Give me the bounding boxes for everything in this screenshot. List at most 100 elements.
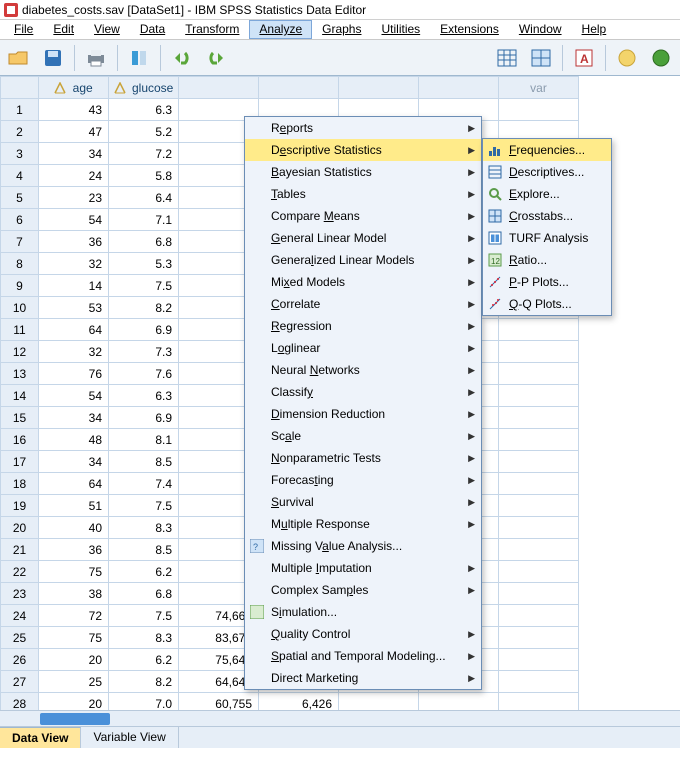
cell-age[interactable]: 75 [39,561,109,583]
cell-age[interactable]: 23 [39,187,109,209]
cell-age[interactable]: 51 [39,495,109,517]
row-number[interactable]: 21 [1,539,39,561]
menu-edit[interactable]: Edit [43,20,84,39]
column-header-3[interactable] [179,77,259,99]
cell-glucose[interactable]: 7.3 [109,341,179,363]
cell-glucose[interactable]: 8.3 [109,517,179,539]
row-number[interactable]: 14 [1,385,39,407]
row-number[interactable]: 12 [1,341,39,363]
row-number[interactable]: 10 [1,297,39,319]
cell-blank[interactable] [499,561,579,583]
menu-item-compare-means[interactable]: Compare Means▶ [245,205,481,227]
print-button[interactable] [81,43,111,73]
submenu-item-ratio[interactable]: 12Ratio... [483,249,611,271]
cell-glucose[interactable]: 7.5 [109,495,179,517]
row-number[interactable]: 20 [1,517,39,539]
menu-item-classify[interactable]: Classify▶ [245,381,481,403]
submenu-item-descriptives[interactable]: Descriptives... [483,161,611,183]
cell-blank[interactable] [499,517,579,539]
cell-age[interactable]: 14 [39,275,109,297]
menu-item-missing-value-analysis[interactable]: ?Missing Value Analysis... [245,535,481,557]
submenu-item-explore[interactable]: Explore... [483,183,611,205]
menu-item-bayesian-statistics[interactable]: Bayesian Statistics▶ [245,161,481,183]
tab-variable-view[interactable]: Variable View [81,727,178,748]
cell-glucose[interactable]: 8.1 [109,429,179,451]
cell-age[interactable]: 25 [39,671,109,693]
cell-blank[interactable] [499,385,579,407]
cell-blank[interactable] [499,319,579,341]
column-header-blank[interactable] [419,77,499,99]
cell-glucose[interactable]: 7.5 [109,605,179,627]
cell-age[interactable]: 38 [39,583,109,605]
horizontal-scrollbar[interactable] [0,710,680,726]
cell-glucose[interactable]: 6.4 [109,187,179,209]
menu-item-descriptive-statistics[interactable]: Descriptive Statistics▶ [245,139,481,161]
menu-item-loglinear[interactable]: Loglinear▶ [245,337,481,359]
menu-item-quality-control[interactable]: Quality Control▶ [245,623,481,645]
cell-age[interactable]: 54 [39,209,109,231]
menu-item-correlate[interactable]: Correlate▶ [245,293,481,315]
menu-item-generalized-linear-models[interactable]: Generalized Linear Models▶ [245,249,481,271]
menu-analyze[interactable]: Analyze [249,20,312,39]
cell-age[interactable]: 54 [39,385,109,407]
row-number[interactable]: 9 [1,275,39,297]
menu-item-multiple-imputation[interactable]: Multiple Imputation▶ [245,557,481,579]
row-number[interactable]: 22 [1,561,39,583]
cell-glucose[interactable]: 6.8 [109,231,179,253]
submenu-item-p-p-plots[interactable]: P-P Plots... [483,271,611,293]
cell-glucose[interactable]: 8.2 [109,671,179,693]
cell-glucose[interactable]: 5.8 [109,165,179,187]
menu-item-forecasting[interactable]: Forecasting▶ [245,469,481,491]
menu-item-direct-marketing[interactable]: Direct Marketing▶ [245,667,481,689]
cell-glucose[interactable]: 7.1 [109,209,179,231]
column-header-var[interactable]: var [499,77,579,99]
cell-glucose[interactable]: 6.2 [109,649,179,671]
cell-glucose[interactable]: 8.2 [109,297,179,319]
menu-file[interactable]: File [4,20,43,39]
row-number[interactable]: 23 [1,583,39,605]
cell-glucose[interactable]: 7.5 [109,275,179,297]
row-number[interactable]: 4 [1,165,39,187]
menu-item-nonparametric-tests[interactable]: Nonparametric Tests▶ [245,447,481,469]
row-number[interactable]: 5 [1,187,39,209]
row-number[interactable]: 3 [1,143,39,165]
row-number[interactable]: 25 [1,627,39,649]
menu-view[interactable]: View [84,20,130,39]
row-number[interactable]: 6 [1,209,39,231]
row-number[interactable]: 7 [1,231,39,253]
menu-item-scale[interactable]: Scale▶ [245,425,481,447]
recall-dialog-button[interactable] [124,43,154,73]
cell-glucose[interactable]: 8.5 [109,451,179,473]
menu-item-mixed-models[interactable]: Mixed Models▶ [245,271,481,293]
redo-button[interactable] [201,43,231,73]
cell-age[interactable]: 32 [39,341,109,363]
cell-blank[interactable] [499,341,579,363]
tool-grid-button[interactable] [492,43,522,73]
menu-item-neural-networks[interactable]: Neural Networks▶ [245,359,481,381]
tool-circle1-button[interactable] [612,43,642,73]
cell-age[interactable]: 43 [39,99,109,121]
cell-glucose[interactable]: 5.2 [109,121,179,143]
row-number[interactable]: 18 [1,473,39,495]
cell-blank[interactable] [499,451,579,473]
cell-age[interactable]: 76 [39,363,109,385]
column-header-glucose[interactable]: glucose [109,77,179,99]
cell-blank[interactable] [499,99,579,121]
cell-glucose[interactable]: 6.3 [109,385,179,407]
cell-blank[interactable] [499,649,579,671]
cell-glucose[interactable]: 8.3 [109,627,179,649]
menu-item-multiple-response[interactable]: Multiple Response▶ [245,513,481,535]
cell-age[interactable]: 36 [39,231,109,253]
row-number[interactable]: 26 [1,649,39,671]
row-number[interactable]: 24 [1,605,39,627]
cell-blank[interactable] [499,583,579,605]
row-number[interactable]: 2 [1,121,39,143]
menu-data[interactable]: Data [130,20,175,39]
menu-item-regression[interactable]: Regression▶ [245,315,481,337]
menu-item-tables[interactable]: Tables▶ [245,183,481,205]
row-number[interactable]: 27 [1,671,39,693]
submenu-item-frequencies[interactable]: Frequencies... [483,139,611,161]
scrollbar-thumb[interactable] [40,713,110,725]
cell-age[interactable]: 34 [39,451,109,473]
row-number[interactable]: 1 [1,99,39,121]
